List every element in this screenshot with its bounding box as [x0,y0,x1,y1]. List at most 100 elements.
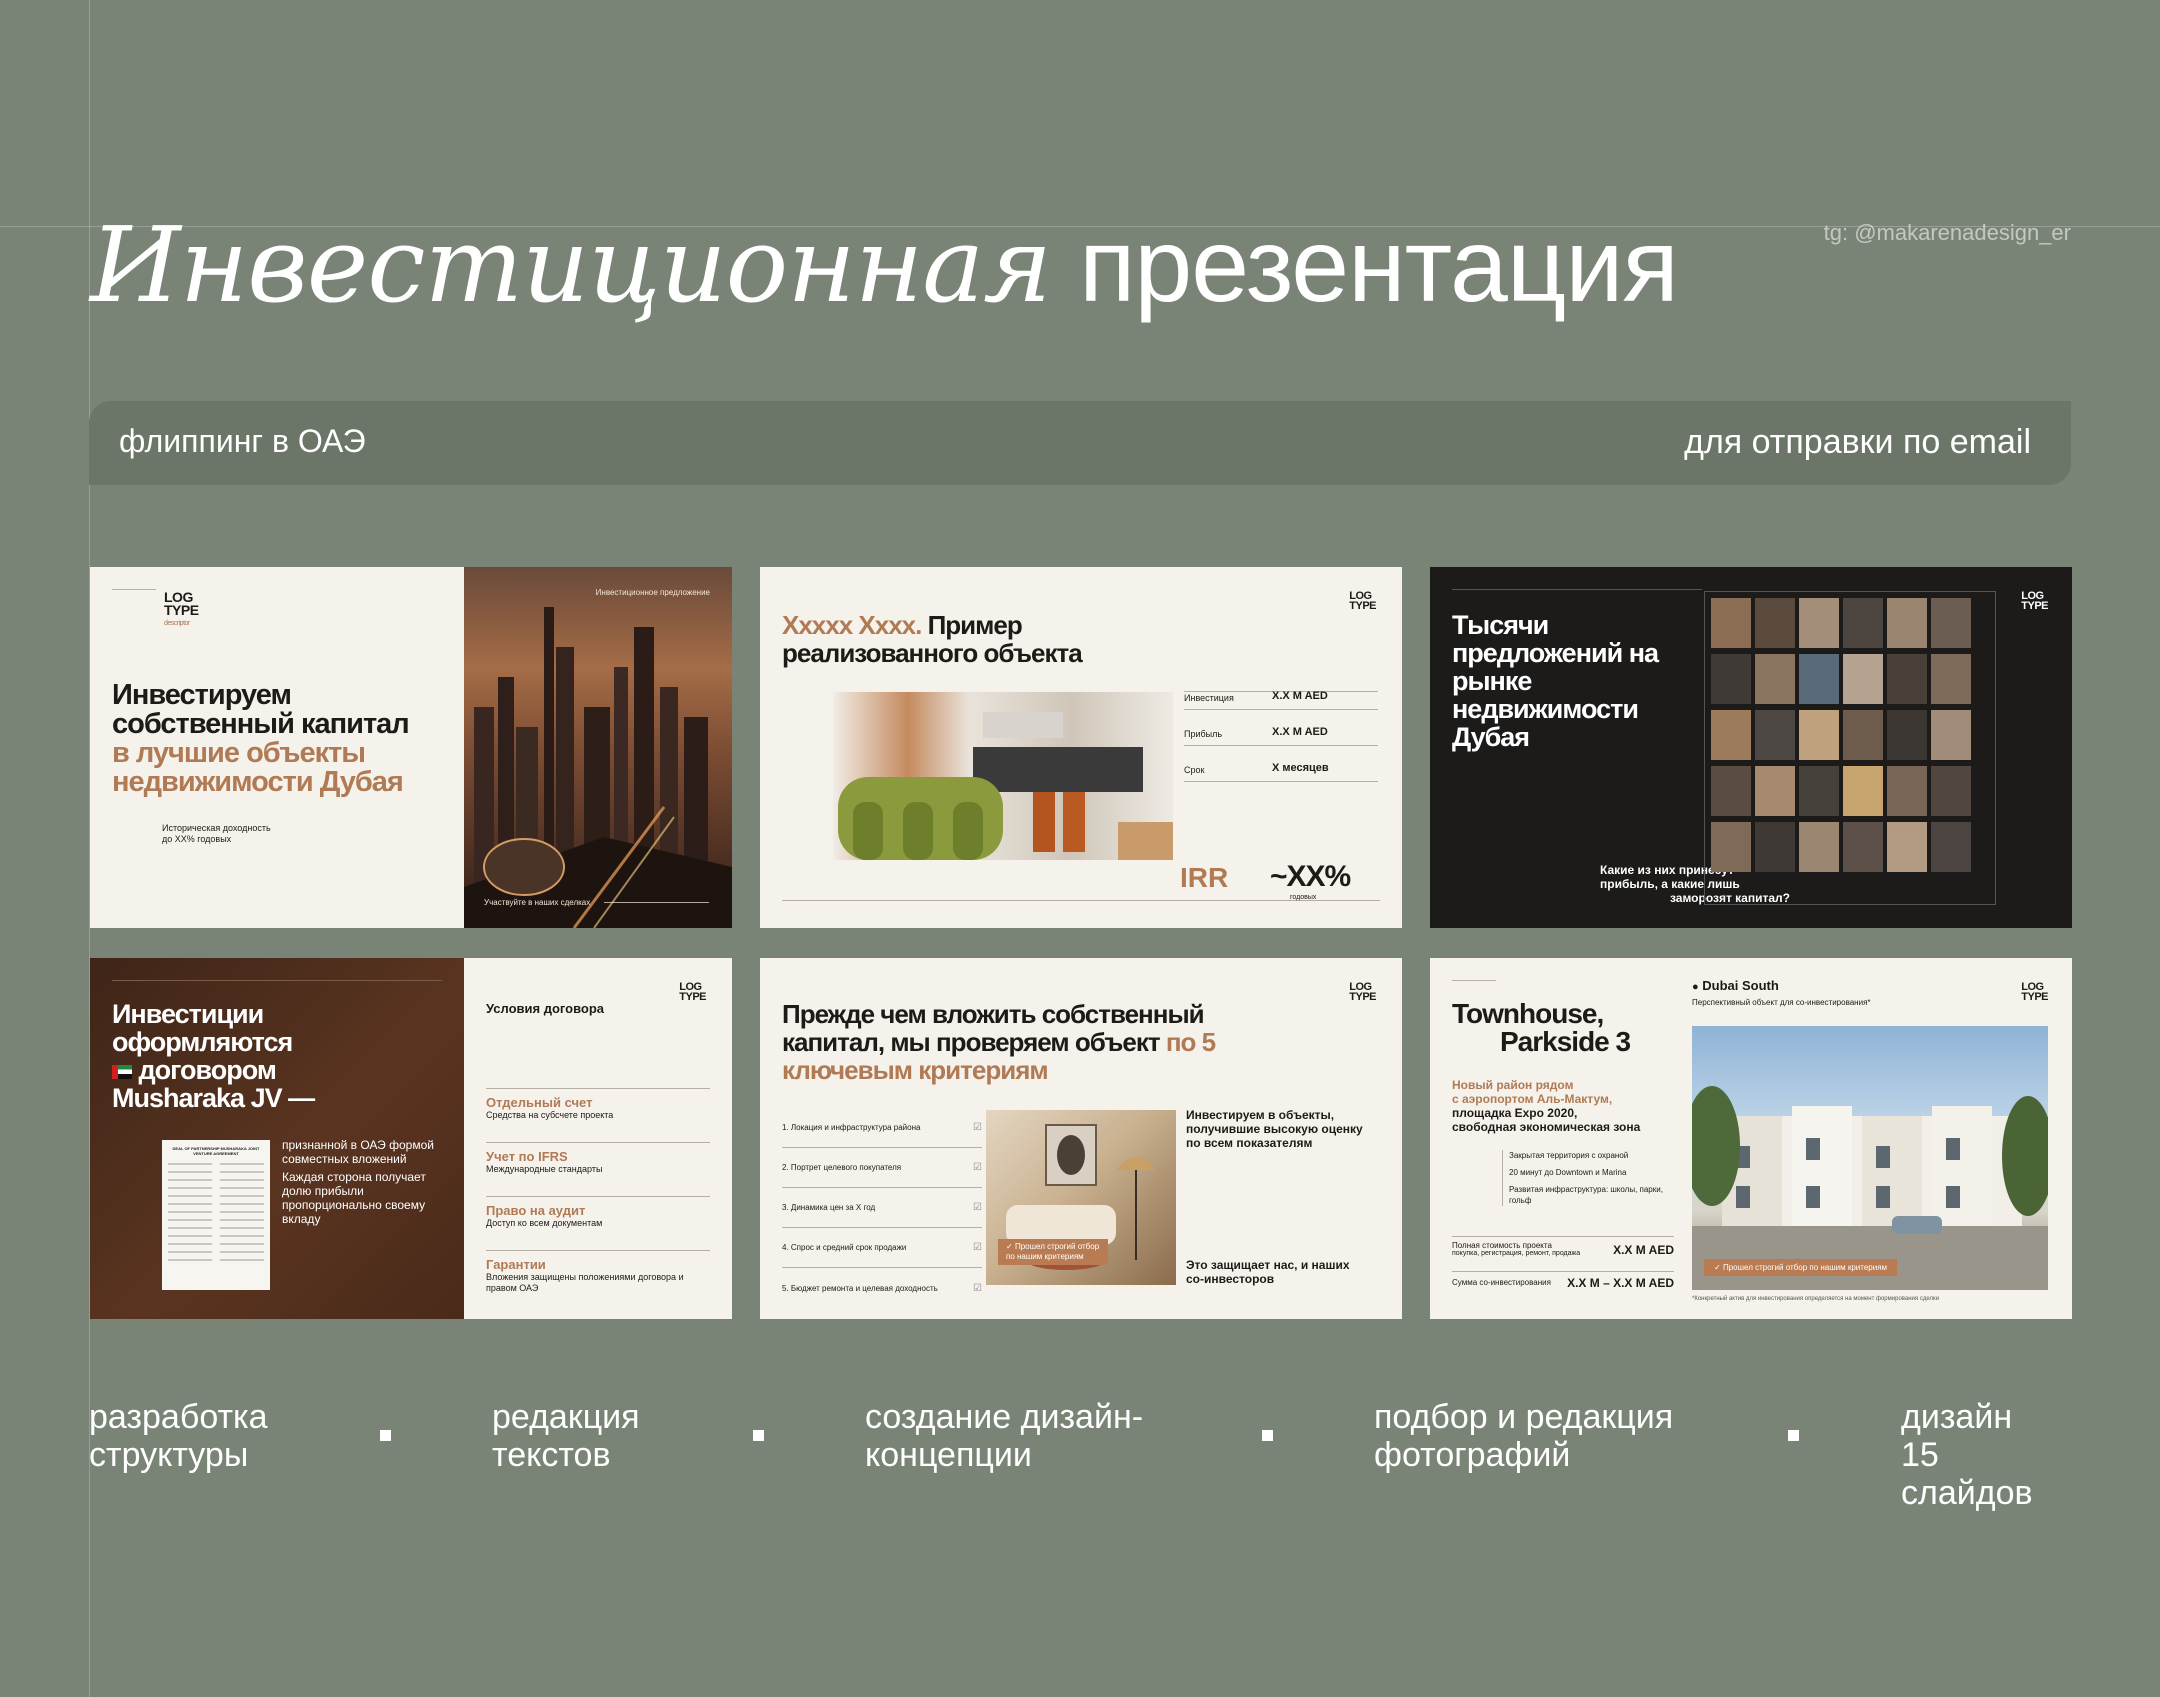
logo-line: TYPE [2021,600,2048,612]
service-line: структуры [89,1436,249,1474]
checkbox-icon: ☑ [973,1242,982,1253]
slide-1-photo-label-top: Инвестиционное предложение [595,588,710,597]
townhouse-photo: ✓ Прошел строгий отбор по нашим критерия… [1692,1026,2048,1290]
check-icon: ✓ [1714,1263,1723,1272]
headline-line-flag: договором [112,1056,314,1084]
slide-4-dark-panel: Инвестиции оформляются договором Mushara… [90,958,464,1319]
slide-4[interactable]: Инвестиции оформляются договором Mushara… [90,958,732,1319]
slide-1-photo-label-bottom: Участвуйте в наших сделках [484,898,591,907]
slide-5-side-text-top: Инвестируем в объекты, получившие высоку… [1186,1108,1363,1150]
checkbox-icon: ☑ [973,1122,982,1133]
irr-sub: годовых [1290,894,1317,901]
property-photo-grid [1704,591,1996,905]
term-desc: Средства на субсчете проекта [486,1110,614,1120]
criteria-item: 5. Бюджет ремонта и целевая доходность ☑ [782,1268,982,1308]
separator-square-icon [1262,1430,1273,1441]
checkbox-icon: ☑ [973,1282,982,1294]
service-line: концепции [865,1436,1032,1474]
criteria-item: 2. Портрет целевого покупателя ☑ [782,1148,982,1188]
metric-value: X месяцев [1272,762,1329,774]
service-line: 15 слайдов [1901,1436,2033,1512]
highlight-dark: площадка Expo 2020, [1452,1106,1578,1120]
coinvest-row: Сумма со-инвестирования X.X M – X.X M AE… [1452,1271,1674,1290]
service-line: дизайн [1901,1398,2013,1436]
highlight-dark: свободная экономическая зона [1452,1120,1641,1134]
terms-title: Условия договора [486,1001,605,1016]
slide-1-logo: LOG TYPE descriptor [164,590,199,630]
logo-descriptor: descriptor [164,620,190,627]
slide-3-logo: LOG TYPE [2021,591,2048,612]
term-item: Учет по IFRS Международные стандарты [486,1142,710,1196]
slide-1[interactable]: LOG TYPE descriptor Инвестируем собствен… [90,567,732,928]
band-topic: флиппинг в ОАЭ [119,423,366,459]
slide-3-headline: Тысячи предложений на рынке недвижимости… [1452,610,1659,752]
criteria-text: 1. Локация и инфраструктура района [782,1123,921,1132]
interior-photo: ✓ Прошел строгий отбор по нашим критерия… [986,1110,1176,1285]
slide-5[interactable]: LOG TYPE Прежде чем вложить собственный … [760,958,1402,1319]
metric-value: X.X M AED [1272,690,1328,702]
document-heading: DEAL OF PARTNERSHIP MUSHARAKA JOINT VENT… [172,1146,260,1156]
bullet-text: 20 минут до Downtown и Marina [1509,1168,1627,1177]
slide-6-highlights: Новый район рядом с аэропортом Аль-Макту… [1452,1078,1672,1134]
selection-badge: ✓ Прошел строгий отбор по нашим критерия… [1704,1259,1898,1276]
badge-text: Прошел строгий отбор по нашим критериям [1006,1242,1100,1261]
slide-5-headline: Прежде чем вложить собственный капитал, … [782,1000,1282,1084]
service-line: фотографий [1374,1436,1571,1474]
term-title: Гарантии [486,1257,546,1272]
metric-value: X.X M AED [1272,726,1328,738]
location-pin-icon: ● [1692,981,1699,993]
headline-line: оформляются [112,1027,293,1057]
check-icon: ✓ [1006,1242,1015,1251]
headline-line: Parkside 3 [1500,1026,1631,1057]
slide-3[interactable]: LOG TYPE Тысячи предложений на рынке нед… [1430,567,2072,928]
criteria-text: 3. Динамика цен за X год [782,1203,876,1212]
description-line: Каждая сторона получает долю прибыли про… [282,1170,426,1226]
slide-1-text-panel: LOG TYPE descriptor Инвестируем собствен… [90,567,464,928]
metric-label: Инвестиция [1184,693,1234,703]
slide-6-rule [1452,980,1496,981]
term-title: Право на аудит [486,1203,586,1218]
page-title-italic: Инвестиционная [90,204,1052,326]
dubai-skyline-photo: Инвестиционное предложение Участвуйте в … [464,567,732,928]
bullet-text: Развитая инфраструктура: школы, парки, г… [1509,1185,1663,1205]
headline-dark: Инвестируем собственный капитал [112,679,410,740]
service-item: дизайн 15 слайдов [1901,1398,2071,1512]
logo-line: TYPE [164,602,199,618]
highlight-accent: с аэропортом Аль-Мактум, [1452,1092,1613,1106]
separator-square-icon [753,1430,764,1441]
service-item: создание дизайн- концепции [865,1398,1143,1474]
slide-5-logo: LOG TYPE [1349,982,1376,1003]
photo-grid-tiles [1711,598,1971,872]
service-line: разработка [89,1398,268,1436]
service-item: подбор и редакция фотографий [1374,1398,1673,1474]
logo-line: TYPE [2021,991,2048,1003]
term-desc: Доступ ко всем документам [486,1218,603,1228]
designer-credit: tg: @makarenadesign_er [1823,220,2071,245]
skyline-silhouette [464,607,732,928]
location-name: Dubai South [1702,978,1779,993]
slide-2[interactable]: LOG TYPE Xxxxx Xxxx. Пример реализованно… [760,567,1402,928]
metric-label: Прибыль [1184,729,1223,739]
separator-square-icon [1788,1430,1799,1441]
feature-bullets: Закрытая территория с охраной 20 минут д… [1502,1150,1672,1206]
checkbox-icon: ☑ [973,1162,982,1173]
price-row: Полная стоимость проекта покупка, регист… [1452,1236,1674,1270]
headline-line: Инвестиции [112,999,264,1029]
term-item: Отдельный счет Средства на субсчете прое… [486,1088,710,1142]
slide-2-headline: Xxxxx Xxxx. Пример реализованного объект… [782,611,1202,667]
services-list: разработка структуры редакция текстов со… [89,1398,2071,1512]
slide-4-description: признанной в ОАЭ формой совместных вложе… [282,1138,442,1226]
slide-6-headline: Townhouse, Parkside 3 [1452,1000,1631,1057]
slide-6[interactable]: LOG TYPE Townhouse, Parkside 3 ● Dubai S… [1430,958,2072,1319]
service-line: создание дизайн- [865,1398,1144,1436]
slide-1-headline: Инвестируем собственный капитал в лучшие… [112,681,432,797]
slide-5-side-text-bottom: Это защищает нас, и наших со-инвесторов [1186,1258,1350,1286]
metric-label: Срок [1184,765,1205,775]
page-title-plain: презентация [1079,208,1679,324]
term-desc: Международные стандарты [486,1164,603,1174]
badge-text: Прошел строгий отбор по нашим критериям [1722,1263,1888,1272]
slide-6-footnote: *Конкретный актив для инвестирования опр… [1692,1296,1939,1302]
criteria-text: 5. Бюджет ремонта и целевая доходность [782,1283,938,1293]
headline-dark: реализованного объекта [782,638,1083,668]
kitchen-photo [833,692,1173,860]
